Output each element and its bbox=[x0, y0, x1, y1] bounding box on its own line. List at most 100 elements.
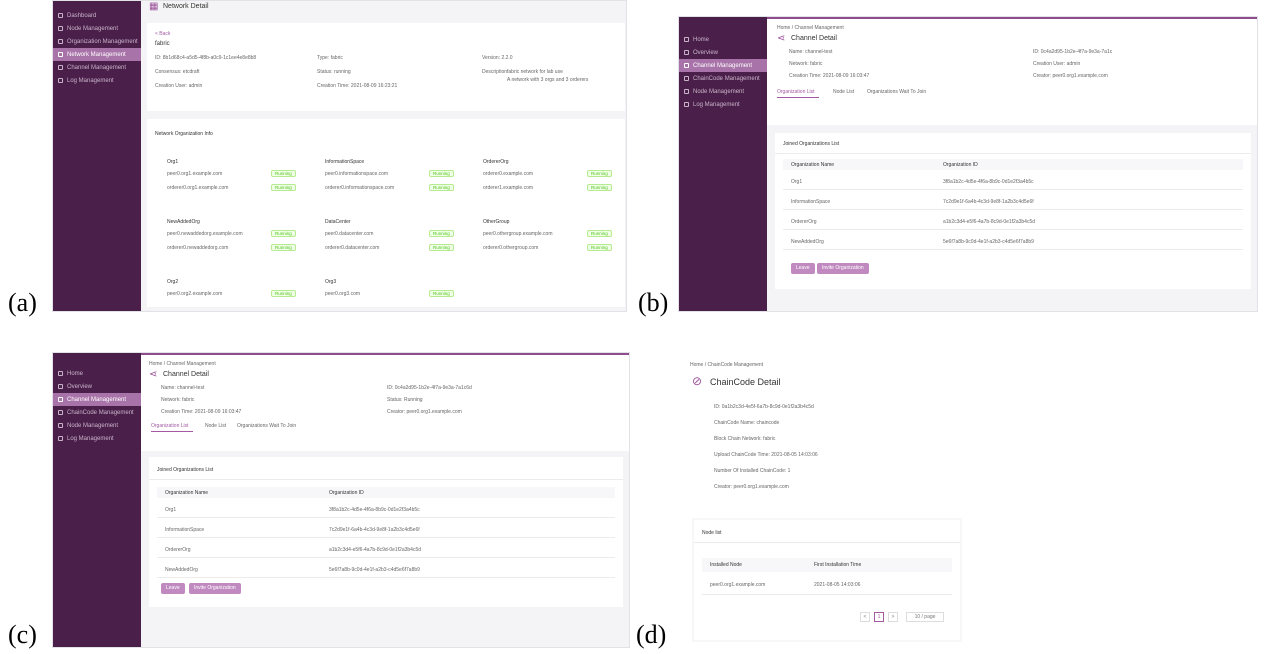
overview-icon bbox=[684, 50, 689, 55]
chaincode-field: ChainCode Name: chaincode bbox=[714, 420, 780, 426]
page-title: ChainCode Detail bbox=[710, 377, 781, 387]
org-name: DataCenter bbox=[325, 219, 351, 225]
sidebar-item-channel-management[interactable]: Channel Management bbox=[53, 393, 141, 406]
channel-creator: Creator: peer0.org1.example.com bbox=[387, 409, 462, 415]
organization-id-cell: 5e6f7a8b-9c0d-4e1f-a2b3-c4d5e6f7a8b9 bbox=[329, 567, 420, 573]
sidebar-item-home[interactable]: Home bbox=[53, 367, 141, 380]
chaincode-field: Block Chain Network: fabric bbox=[714, 436, 776, 442]
tab-organization-list[interactable]: Organization List bbox=[777, 89, 815, 95]
breadcrumb[interactable]: Home / Channel Management bbox=[777, 25, 844, 31]
leave-button[interactable]: Leave bbox=[161, 583, 185, 594]
org-name: Org2 bbox=[167, 279, 179, 285]
status-badge: Running bbox=[429, 230, 454, 237]
panel-label-c: (c) bbox=[8, 620, 37, 649]
status-badge: Running bbox=[587, 244, 612, 251]
network-description-label: Description: bbox=[482, 69, 509, 75]
log-icon bbox=[58, 78, 63, 83]
page-title: Network Detail bbox=[163, 3, 209, 10]
sidebar-item-overview[interactable]: Overview bbox=[53, 380, 141, 393]
node-list-card: Node list Installed Node First Installat… bbox=[692, 518, 962, 642]
node-icon bbox=[684, 89, 689, 94]
organization-name-cell: Org1 bbox=[791, 179, 803, 185]
status-badge: Running bbox=[587, 230, 612, 237]
sidebar-item-log-management[interactable]: Log Management bbox=[53, 74, 141, 87]
sidebar-item-overview[interactable]: Overview bbox=[679, 46, 767, 59]
screenshot-channel-detail-c: Home Overview Channel Management ChainCo… bbox=[52, 352, 630, 648]
column-header-organization-id: Organization ID bbox=[943, 162, 978, 168]
network-version: Version: 2.2.0 bbox=[482, 55, 513, 61]
overview-icon bbox=[58, 384, 63, 389]
org-name: OrdererOrg bbox=[483, 159, 509, 165]
panel-label-a: (a) bbox=[8, 288, 37, 317]
next-page-button[interactable]: > bbox=[888, 612, 898, 622]
org-node: orderer0.newaddedorg.com bbox=[167, 245, 229, 251]
tab-organizations-wait-to-join[interactable]: Organizations Wait To Join bbox=[867, 89, 926, 95]
status-badge: Running bbox=[271, 170, 296, 177]
channel-creation-time: Creation Time: 2021-08-09 16:03:47 bbox=[789, 73, 870, 79]
network-consensus: Consensus: etcdraft bbox=[155, 69, 200, 75]
sidebar-item-node-management[interactable]: Node Management bbox=[53, 419, 141, 432]
sidebar-item-organization-management[interactable]: Organization Management bbox=[53, 35, 141, 48]
screenshot-channel-detail-b: Home Overview Channel Management ChainCo… bbox=[678, 16, 1258, 312]
org-node: orderer0.datacenter.com bbox=[325, 245, 380, 251]
org-node: peer0.newaddedorg.example.com bbox=[167, 231, 243, 237]
network-status: Status: running bbox=[317, 69, 351, 75]
page-1-button[interactable]: 1 bbox=[874, 612, 884, 622]
org-section-title: Network Organization Info bbox=[155, 131, 213, 137]
status-badge: Running bbox=[271, 230, 296, 237]
organization-name-cell: OrdererOrg bbox=[791, 219, 817, 225]
active-tab-underline bbox=[777, 97, 819, 98]
sidebar-item-node-management[interactable]: Node Management bbox=[53, 22, 141, 35]
leave-button[interactable]: Leave bbox=[791, 263, 815, 274]
sidebar-item-network-management[interactable]: Network Management bbox=[53, 48, 141, 61]
invite-organization-button[interactable]: Invite Organization bbox=[189, 583, 241, 594]
organization-id-cell: 7c2d9e1f-6a4b-4c3d-9e8f-1a2b3c4d5e6f bbox=[943, 199, 1034, 205]
row-divider bbox=[783, 229, 1243, 230]
row-divider bbox=[783, 209, 1243, 210]
sidebar-item-chaincode-management[interactable]: ChainCode Management bbox=[679, 72, 767, 85]
back-link[interactable]: < Back bbox=[155, 31, 170, 37]
sidebar-item-channel-management[interactable]: Channel Management bbox=[53, 61, 141, 74]
channel-icon bbox=[58, 397, 63, 402]
breadcrumb[interactable]: Home / Channel Management bbox=[149, 361, 216, 367]
home-icon bbox=[684, 37, 689, 42]
network-info-card: < Back fabric ID: 8b1d68c4-a5d5-4f8b-a0c… bbox=[147, 23, 625, 111]
share-icon: ⋖ bbox=[777, 33, 786, 44]
sidebar: Home Overview Channel Management ChainCo… bbox=[679, 17, 767, 311]
prev-page-button[interactable]: < bbox=[860, 612, 870, 622]
sidebar-item-channel-management[interactable]: Channel Management bbox=[679, 59, 767, 72]
sidebar-item-dashboard[interactable]: Dashboard bbox=[53, 9, 141, 22]
tab-organization-list[interactable]: Organization List bbox=[151, 423, 189, 429]
sidebar-item-node-management[interactable]: Node Management bbox=[679, 85, 767, 98]
chaincode-icon bbox=[684, 76, 689, 81]
org-name: Org3 bbox=[325, 279, 337, 285]
table-header bbox=[783, 159, 1243, 170]
org-node: orderer0.example.com bbox=[483, 171, 534, 177]
tab-node-list[interactable]: Node List bbox=[205, 423, 226, 429]
tab-node-list[interactable]: Node List bbox=[833, 89, 854, 95]
network-name: fabric bbox=[155, 41, 170, 47]
dashboard-icon bbox=[58, 13, 63, 18]
sidebar-item-chaincode-management[interactable]: ChainCode Management bbox=[53, 406, 141, 419]
sidebar-item-log-management[interactable]: Log Management bbox=[679, 98, 767, 111]
status-badge: Running bbox=[271, 184, 296, 191]
sidebar-item-home[interactable]: Home bbox=[679, 33, 767, 46]
network-creation-user: Creation User: admin bbox=[155, 83, 203, 89]
chaincode-field: ID: 0a1b2c3d-4e5f-6a7b-8c9d-0e1f2a3b4c5d bbox=[714, 404, 814, 410]
breadcrumb[interactable]: Home / ChainCode Management bbox=[690, 362, 763, 368]
sidebar: Home Overview Channel Management ChainCo… bbox=[53, 353, 141, 647]
network-id: ID: 8b1d68c4-a5d5-4f8b-a0c9-1c1ee4e8e8b8 bbox=[155, 55, 257, 61]
organization-name-cell: InformationSpace bbox=[165, 527, 205, 533]
tab-organizations-wait-to-join[interactable]: Organizations Wait To Join bbox=[237, 423, 296, 429]
org-node: orderer0.othergroup.com bbox=[483, 245, 539, 251]
node-icon bbox=[58, 26, 63, 31]
organization-name-cell: Org1 bbox=[165, 507, 177, 513]
row-divider bbox=[157, 517, 615, 518]
page-size-select[interactable]: 10 / page bbox=[906, 612, 944, 622]
sidebar-item-log-management[interactable]: Log Management bbox=[53, 432, 141, 445]
invite-organization-button[interactable]: Invite Organization bbox=[817, 263, 869, 274]
chaincode-field: Upload ChainCode Time: 2021-08-05 14:03:… bbox=[714, 452, 818, 458]
org-node: orderer1.example.com bbox=[483, 185, 534, 191]
node-list-title: Node list bbox=[702, 530, 722, 536]
list-title: Joined Organizations List bbox=[157, 467, 214, 473]
